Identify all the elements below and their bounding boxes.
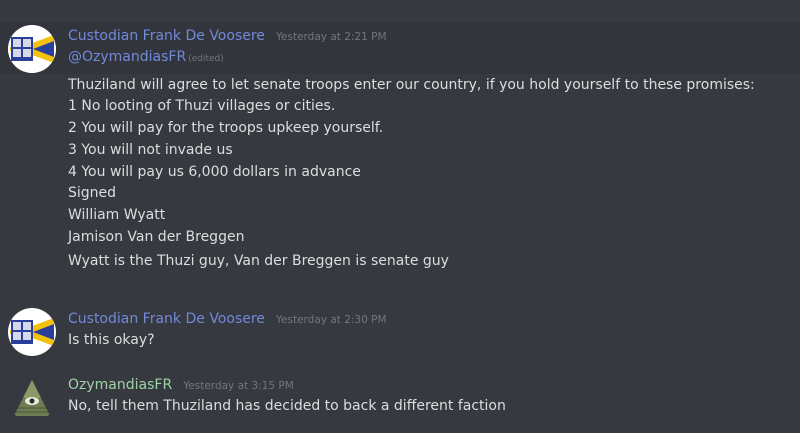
message-group-frank-2: Custodian Frank De Voosere Yesterday at …	[0, 308, 800, 358]
message-header: Custodian Frank De Voosere Yesterday at …	[68, 25, 790, 45]
message-timestamp: Yesterday at 2:30 PM	[276, 314, 387, 326]
frank-avatar-icon[interactable]	[8, 308, 56, 356]
message-header: OzymandiasFR Yesterday at 3:15 PM	[68, 374, 790, 394]
message-timestamp: Yesterday at 3:15 PM	[183, 380, 294, 392]
message-group-ozymandias: OzymandiasFR Yesterday at 3:15 PM No, te…	[0, 374, 800, 424]
message-line: No, tell them Thuziland has decided to b…	[68, 398, 506, 414]
message-content: Custodian Frank De Voosere Yesterday at …	[68, 25, 790, 273]
message-line: Jamison Van der Breggen	[68, 228, 245, 245]
message-group-frank-1-content: Custodian Frank De Voosere Yesterday at …	[0, 25, 800, 285]
message-content: Custodian Frank De Voosere Yesterday at …	[68, 308, 790, 352]
message-line: 3 You will not invade us	[68, 141, 233, 158]
message-line: William Wyatt	[68, 206, 166, 223]
message-header: Custodian Frank De Voosere Yesterday at …	[68, 308, 790, 328]
message-line: 4 You will pay us 6,000 dollars in advan…	[68, 163, 361, 180]
author-name[interactable]: Custodian Frank De Voosere	[68, 28, 265, 44]
message-line: Is this okay?	[68, 332, 155, 348]
author-name[interactable]: Custodian Frank De Voosere	[68, 311, 265, 327]
frank-avatar-icon[interactable]	[8, 25, 56, 73]
author-name[interactable]: OzymandiasFR	[68, 377, 172, 393]
message-line: Signed	[68, 185, 117, 202]
message-content: OzymandiasFR Yesterday at 3:15 PM No, te…	[68, 374, 790, 418]
mention-line: @OzymandiasFR (edited)	[68, 47, 790, 71]
user-mention[interactable]: @OzymandiasFR	[68, 49, 186, 65]
message-line: 2 You will pay for the troops upkeep you…	[68, 120, 384, 137]
message-followup: Wyatt is the Thuzi guy, Van der Breggen …	[68, 253, 449, 270]
eye-pyramid-avatar-icon[interactable]	[8, 374, 56, 422]
message-line: Thuziland will agree to let senate troop…	[68, 76, 755, 93]
edited-label: (edited)	[188, 54, 224, 64]
chat-log: Custodian Frank De Voosere Yesterday at …	[0, 0, 800, 433]
message-line: 1 No looting of Thuzi villages or cities…	[68, 98, 336, 115]
message-timestamp: Yesterday at 2:21 PM	[276, 31, 387, 43]
